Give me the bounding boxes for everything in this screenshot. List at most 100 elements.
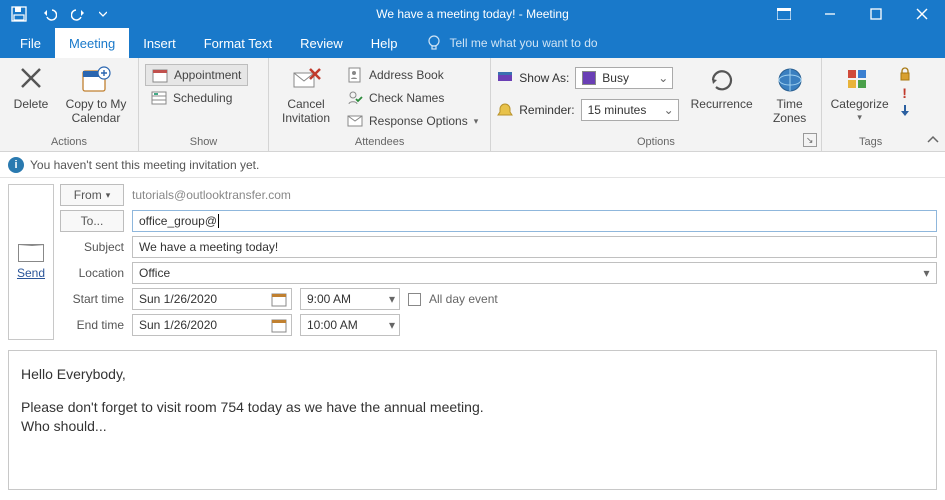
group-tags: Categorize ▾ ! Tags: [822, 58, 920, 151]
chevron-down-icon: ⌄: [664, 103, 674, 117]
subject-field[interactable]: We have a meeting today!: [132, 236, 937, 258]
send-button[interactable]: Send: [8, 184, 54, 340]
tab-file[interactable]: File: [6, 28, 55, 58]
show-as-icon: [497, 70, 513, 86]
calendar-icon[interactable]: [271, 317, 287, 333]
appointment-button[interactable]: Appointment: [145, 64, 248, 86]
info-icon: i: [8, 157, 24, 173]
title-bar: We have a meeting today! - Meeting: [0, 0, 945, 28]
chevron-down-icon: ▾: [857, 112, 862, 122]
tab-insert[interactable]: Insert: [129, 28, 190, 58]
scheduling-icon: [151, 90, 167, 106]
lightbulb-icon: [427, 35, 441, 51]
quick-access-toolbar: [0, 2, 110, 26]
maximize-icon[interactable]: [853, 0, 899, 28]
categorize-button[interactable]: Categorize ▾: [828, 62, 892, 124]
subject-label: Subject: [60, 240, 124, 254]
response-options-button[interactable]: Response Options ▾: [341, 110, 484, 132]
undo-icon[interactable]: [36, 2, 62, 26]
ribbon-tabs: File Meeting Insert Format Text Review H…: [0, 28, 945, 58]
end-date-value: Sun 1/26/2020: [139, 318, 217, 332]
message-body[interactable]: Hello Everybody, Please don't forget to …: [8, 350, 937, 490]
chevron-down-icon: ▾: [474, 116, 479, 127]
location-dropdown-icon[interactable]: ▾: [917, 262, 937, 284]
window-controls: [761, 0, 945, 28]
all-day-label: All day event: [429, 292, 498, 306]
check-names-icon: [347, 90, 363, 106]
group-actions: Delete Copy to My Calendar Actions: [0, 58, 139, 151]
start-time-value: 9:00 AM: [307, 292, 351, 306]
start-date-value: Sun 1/26/2020: [139, 292, 217, 306]
start-time-field[interactable]: 9:00 AM ▾: [300, 288, 400, 310]
info-bar: i You haven't sent this meeting invitati…: [0, 152, 945, 178]
to-field[interactable]: office_group@: [132, 210, 937, 232]
cancel-invitation-label: Cancel Invitation: [277, 98, 335, 126]
group-actions-label: Actions: [6, 134, 132, 151]
calendar-icon[interactable]: [271, 291, 287, 307]
address-book-button[interactable]: Address Book: [341, 64, 484, 86]
qat-customize-icon[interactable]: [96, 2, 110, 26]
options-dialog-launcher-icon[interactable]: ↘: [803, 133, 817, 147]
all-day-checkbox[interactable]: [408, 293, 421, 306]
from-button[interactable]: From ▾: [60, 184, 124, 206]
response-options-label: Response Options: [369, 114, 468, 128]
start-time-label: Start time: [60, 292, 124, 306]
delete-button[interactable]: Delete: [6, 62, 56, 114]
location-field[interactable]: Office: [132, 262, 917, 284]
time-zones-button[interactable]: Time Zones: [765, 62, 815, 128]
group-attendees-label: Attendees: [275, 134, 484, 151]
tab-review[interactable]: Review: [286, 28, 357, 58]
group-attendees: Cancel Invitation Address Book Check Nam…: [269, 58, 491, 151]
cancel-invitation-button[interactable]: Cancel Invitation: [275, 62, 337, 128]
subject-value: We have a meeting today!: [139, 240, 278, 254]
collapse-ribbon-icon[interactable]: [927, 135, 939, 145]
end-date-field[interactable]: Sun 1/26/2020: [132, 314, 292, 336]
to-label: To...: [81, 214, 104, 228]
globe-icon: [774, 64, 806, 96]
cancel-invitation-icon: [290, 64, 322, 96]
show-as-select[interactable]: Busy ⌄: [575, 67, 673, 89]
check-names-label: Check Names: [369, 91, 444, 105]
scheduling-button[interactable]: Scheduling: [145, 87, 248, 109]
tell-me[interactable]: Tell me what you want to do: [411, 28, 597, 58]
save-icon[interactable]: [6, 2, 32, 26]
group-tags-label: Tags: [828, 134, 914, 151]
from-value: tutorials@outlooktransfer.com: [132, 188, 291, 202]
to-button[interactable]: To...: [60, 210, 124, 232]
address-book-icon: [347, 67, 363, 83]
tab-meeting[interactable]: Meeting: [55, 28, 129, 58]
high-importance-icon[interactable]: !: [902, 85, 907, 101]
ribbon: Delete Copy to My Calendar Actions Appoi…: [0, 58, 945, 152]
time-zones-label: Time Zones: [767, 98, 813, 126]
body-line-2: Please don't forget to visit room 754 to…: [21, 398, 924, 417]
copy-to-calendar-button[interactable]: Copy to My Calendar: [60, 62, 132, 128]
check-names-button[interactable]: Check Names: [341, 87, 484, 109]
end-time-field[interactable]: 10:00 AM ▾: [300, 314, 400, 336]
scheduling-label: Scheduling: [173, 91, 232, 105]
appointment-label: Appointment: [174, 68, 241, 82]
recurrence-icon: [706, 64, 738, 96]
calendar-copy-icon: [80, 64, 112, 96]
group-show: Appointment Scheduling Show: [139, 58, 269, 151]
delete-icon: [15, 64, 47, 96]
chevron-down-icon: ▾: [389, 292, 395, 306]
minimize-icon[interactable]: [807, 0, 853, 28]
chevron-down-icon: ⌄: [658, 71, 668, 85]
response-options-icon: [347, 113, 363, 129]
redo-icon[interactable]: [66, 2, 92, 26]
private-icon[interactable]: [898, 66, 912, 82]
from-label: From: [74, 188, 102, 202]
recurrence-button[interactable]: Recurrence: [689, 62, 755, 114]
appointment-icon: [152, 67, 168, 83]
chevron-down-icon: ▾: [106, 190, 111, 201]
start-date-field[interactable]: Sun 1/26/2020: [132, 288, 292, 310]
close-icon[interactable]: [899, 0, 945, 28]
send-label: Send: [17, 266, 45, 280]
reminder-select[interactable]: 15 minutes ⌄: [581, 99, 679, 121]
tab-help[interactable]: Help: [357, 28, 412, 58]
low-importance-icon[interactable]: [899, 104, 911, 118]
ribbon-display-options-icon[interactable]: [761, 0, 807, 28]
meeting-form: Send From ▾ tutorials@outlooktransfer.co…: [0, 178, 945, 344]
tab-format-text[interactable]: Format Text: [190, 28, 286, 58]
end-time-label: End time: [60, 318, 124, 332]
